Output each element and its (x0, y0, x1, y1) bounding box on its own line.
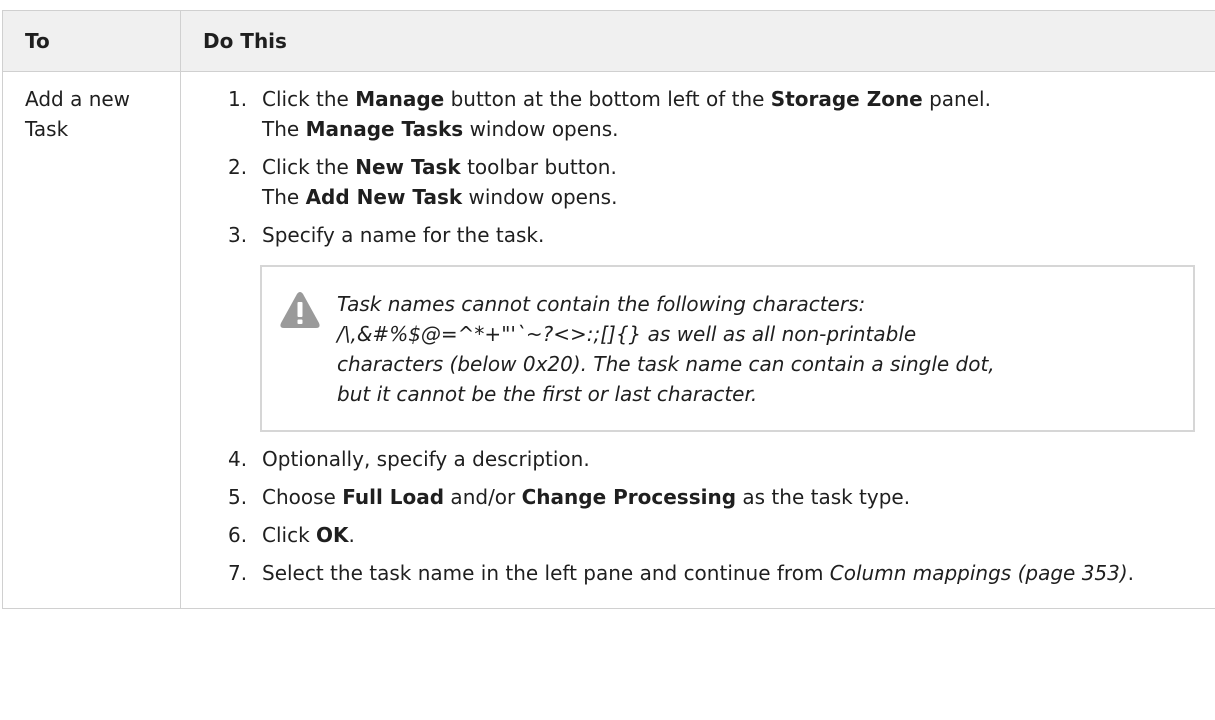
warning-text: Task names cannot contain the following … (337, 289, 1173, 409)
step-1: 1. Click the Manage button at the bottom… (181, 84, 1215, 144)
change-processing-term: Change Processing (521, 485, 737, 509)
step-text: Click the (262, 87, 356, 111)
step-text: Specify a name for the task. (262, 223, 545, 247)
add-new-task-term: Add New Task (305, 185, 463, 209)
ok-term: OK (316, 523, 349, 547)
step-text: The (262, 117, 306, 141)
header-do-this: Do This (180, 10, 1215, 72)
full-load-term: Full Load (342, 485, 445, 509)
step-text: button at the bottom left of the (444, 87, 771, 111)
step-text: Click (262, 523, 317, 547)
step-text: The (262, 185, 306, 209)
step-text: panel. (922, 87, 991, 111)
step-text: window opens. (463, 117, 619, 141)
step-text: and/or (444, 485, 522, 509)
table-row: Add a new Task 1. Click the Manage butto… (2, 71, 1215, 609)
step-number: 3. (228, 223, 248, 247)
step-number: 6. (228, 523, 248, 547)
step-text: Optionally, specify a description. (262, 447, 590, 471)
step-text: . (348, 523, 355, 547)
step-number: 4. (228, 447, 248, 471)
table-header-row: To Do This (2, 10, 1215, 72)
warning-triangle-icon (280, 292, 320, 328)
header-to: To (2, 10, 181, 72)
column-mappings-link[interactable]: Column mappings (page 353) (830, 561, 1128, 585)
step-number: 2. (228, 155, 248, 179)
new-task-term: New Task (355, 155, 461, 179)
step-text: . (1127, 561, 1135, 585)
step-number: 5. (228, 485, 248, 509)
storage-zone-term: Storage Zone (770, 87, 923, 111)
step-number: 1. (228, 87, 248, 111)
step-text: Select the task name in the left pane an… (262, 561, 830, 585)
warning-note: Task names cannot contain the following … (260, 265, 1195, 432)
step-5: 5. Choose Full Load and/or Change Proces… (181, 482, 1215, 512)
step-text: Click the (262, 155, 356, 179)
steps-list: 1. Click the Manage button at the bottom… (181, 84, 1215, 250)
step-3: 3. Specify a name for the task. (181, 220, 1215, 250)
steps-list-continued: 4. Optionally, specify a description. 5.… (181, 444, 1215, 588)
step-text: Choose (262, 485, 343, 509)
step-7: 7. Select the task name in the left pane… (181, 558, 1215, 588)
manage-term: Manage (355, 87, 445, 111)
warning-line: characters (below 0x20). The task name c… (337, 352, 995, 376)
instructions-table: To Do This Add a new Task 1. Click the M… (2, 10, 1215, 609)
task-cell: Add a new Task (2, 71, 181, 609)
step-6: 6. Click OK. (181, 520, 1215, 550)
step-number: 7. (228, 561, 248, 585)
step-text: toolbar button. (460, 155, 617, 179)
warning-line: /\,&#%$@=^*+"'`~?<>:;[]{} as well as all… (337, 322, 917, 346)
step-4: 4. Optionally, specify a description. (181, 444, 1215, 474)
steps-cell: 1. Click the Manage button at the bottom… (180, 71, 1215, 609)
step-text: as the task type. (736, 485, 911, 509)
warning-line: but it cannot be the first or last chara… (337, 382, 758, 406)
step-2: 2. Click the New Task toolbar button. Th… (181, 152, 1215, 212)
step-text: window opens. (462, 185, 618, 209)
manage-tasks-term: Manage Tasks (305, 117, 464, 141)
warning-line: Task names cannot contain the following … (337, 292, 866, 316)
